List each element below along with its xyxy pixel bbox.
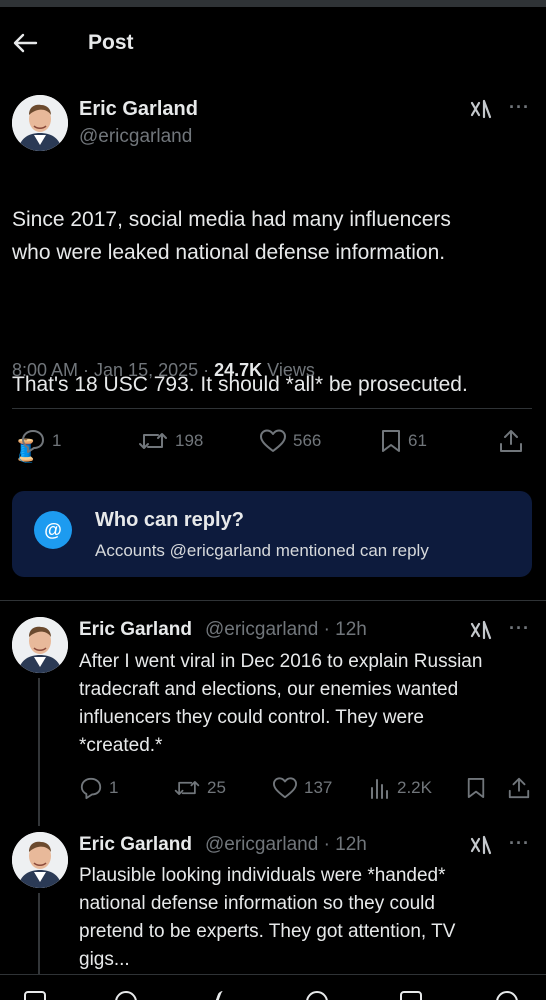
- post-text-paragraph: Since 2017, social media had many influe…: [12, 208, 451, 264]
- more-options-icon[interactable]: ···: [509, 97, 530, 118]
- grok-icon[interactable]: [470, 98, 492, 120]
- reply-count: 1: [109, 778, 119, 797]
- reply-text: After I went viral in Dec 2016 to explai…: [79, 651, 483, 756]
- top-bar: Post: [0, 7, 546, 79]
- bookmark-icon: [467, 778, 485, 798]
- avatar-photo-icon: [12, 617, 68, 673]
- views-count: 2.2K: [397, 778, 432, 797]
- who-can-reply-title: Who can reply?: [95, 509, 244, 531]
- reply-icon: [80, 777, 102, 800]
- reply-author-name[interactable]: Eric Garland: [79, 619, 192, 641]
- like-button[interactable]: 566: [259, 428, 321, 454]
- views-label: Views: [262, 360, 315, 380]
- reply-author-meta[interactable]: @ericgarland · 12h: [205, 619, 367, 641]
- divider: [12, 408, 532, 409]
- search-icon[interactable]: [115, 991, 137, 1000]
- post-timestamp[interactable]: 8:00 AM · Jan 15, 2025 ·: [12, 360, 214, 380]
- share-icon: [508, 777, 530, 799]
- at-sign-icon: @: [34, 511, 72, 549]
- bookmark-button[interactable]: [466, 776, 486, 800]
- divider: [0, 600, 546, 601]
- grok-icon[interactable]: [470, 834, 492, 856]
- views-count: 24.7K: [214, 360, 263, 380]
- like-count: 566: [293, 431, 322, 450]
- avatar[interactable]: [12, 617, 68, 673]
- share-icon: [500, 430, 522, 452]
- analytics-icon: [371, 779, 388, 799]
- page-title: Post: [88, 31, 134, 54]
- repost-button[interactable]: 198: [137, 428, 203, 454]
- grok-icon[interactable]: [470, 619, 492, 641]
- bookmark-button[interactable]: 61: [380, 428, 427, 454]
- avatar-photo-icon: [12, 95, 68, 151]
- author-handle[interactable]: @ericgarland: [79, 126, 192, 148]
- avatar[interactable]: [12, 832, 68, 888]
- thread-connector: [38, 893, 40, 974]
- avatar[interactable]: [12, 95, 68, 151]
- status-strip: [0, 0, 546, 7]
- reply-author-name[interactable]: Eric Garland: [79, 834, 192, 856]
- reply-count: 1: [52, 431, 62, 450]
- repost-count: 198: [175, 431, 204, 450]
- share-button[interactable]: [507, 776, 531, 800]
- messages-icon[interactable]: [496, 991, 518, 1000]
- repost-icon: [139, 433, 167, 449]
- thread-connector: [38, 678, 40, 826]
- back-arrow-icon[interactable]: [12, 33, 38, 53]
- more-options-icon[interactable]: ···: [509, 618, 530, 639]
- views-button[interactable]: 2.2K: [369, 776, 432, 800]
- bottom-navigation: [0, 974, 546, 1000]
- more-options-icon[interactable]: ···: [509, 833, 530, 854]
- heart-icon: [260, 429, 286, 452]
- share-button[interactable]: [498, 428, 524, 454]
- repost-count: 25: [207, 778, 226, 797]
- bookmark-count: 61: [408, 431, 427, 450]
- author-name[interactable]: Eric Garland: [79, 98, 198, 121]
- home-icon[interactable]: [24, 991, 46, 1000]
- who-can-reply-banner: @ Who can reply? Accounts @ericgarland m…: [12, 491, 532, 577]
- reply-icon: [22, 430, 44, 453]
- repost-icon: [174, 781, 200, 795]
- reply-button[interactable]: 1: [79, 776, 118, 800]
- notifications-icon[interactable]: [400, 991, 422, 1000]
- bookmark-icon: [382, 430, 400, 452]
- reply-author-meta[interactable]: @ericgarland · 12h: [205, 834, 367, 856]
- reply-text: Plausible looking individuals were *hand…: [79, 865, 456, 970]
- who-can-reply-subtitle: Accounts @ericgarland mentioned can repl…: [95, 541, 429, 560]
- like-count: 137: [304, 778, 333, 797]
- like-button[interactable]: 137: [272, 776, 332, 800]
- avatar-photo-icon: [12, 832, 68, 888]
- communities-icon[interactable]: [306, 991, 328, 1000]
- reply-button[interactable]: 1: [20, 428, 61, 454]
- heart-icon: [273, 777, 297, 799]
- grok-nav-icon[interactable]: [210, 991, 242, 1000]
- repost-button[interactable]: 25: [173, 776, 226, 800]
- post-meta: 8:00 AM · Jan 15, 2025 · 24.7K Views: [12, 360, 315, 381]
